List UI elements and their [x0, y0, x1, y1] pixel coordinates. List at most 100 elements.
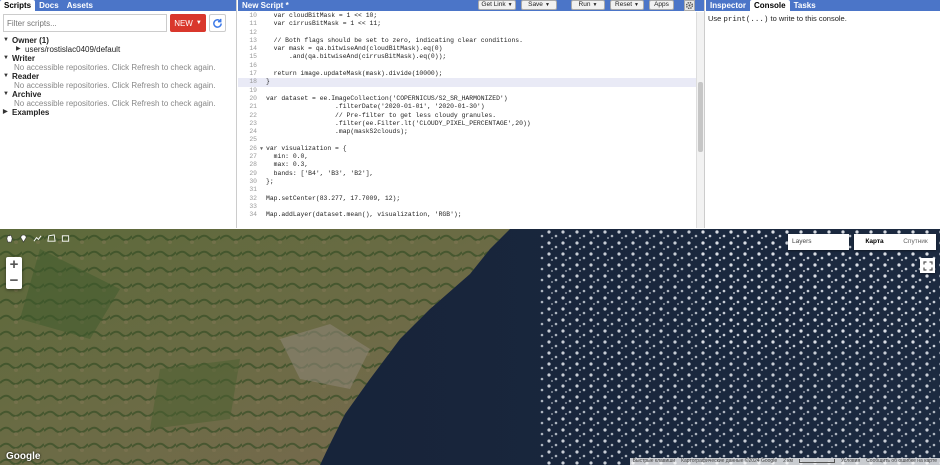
code-line[interactable]: 24 .map(maskS2clouds);	[238, 128, 696, 136]
code-line[interactable]: 12	[238, 29, 696, 37]
code-line[interactable]: 14 var mask = qa.bitwiseAnd(cloudBitMask…	[238, 45, 696, 53]
save-button[interactable]: Save ▼	[521, 0, 557, 10]
layers-button[interactable]: Layers	[788, 234, 849, 250]
code-text: .filterDate('2020-01-01', '2020-01-30')	[266, 103, 485, 111]
editor-scrollbar[interactable]	[696, 12, 704, 228]
code-text: .map(maskS2clouds);	[266, 128, 408, 136]
line-number: 10	[249, 12, 257, 19]
tab-assets[interactable]: Assets	[63, 0, 97, 11]
tree-archive-note: No accessible repositories. Click Refres…	[14, 99, 216, 108]
code-line[interactable]: 28 max: 0.3,	[238, 161, 696, 169]
map-type-map-button[interactable]: Карта	[854, 234, 895, 250]
point-marker-icon[interactable]	[19, 234, 28, 243]
script-tree: ▼ Owner (1) ▶ users/rostislac0409/default …	[0, 36, 236, 117]
refresh-icon	[213, 18, 222, 28]
map-attribution: Быстрые клавиши Картографические данные …	[629, 458, 940, 465]
fold-marker[interactable]	[260, 136, 266, 144]
tab-tasks[interactable]: Tasks	[790, 0, 820, 11]
rectangle-draw-icon[interactable]	[61, 234, 70, 243]
console-output: Use print(...) to write to this console.	[708, 14, 847, 24]
fullscreen-button[interactable]	[920, 258, 935, 273]
get-link-button[interactable]: Get Link ▼	[478, 0, 516, 10]
tree-writer[interactable]: ▼ Writer	[0, 54, 236, 63]
code-area[interactable]: 10 var cloudBitMask = 1 << 10; 11 var cir…	[238, 12, 696, 228]
line-number: 18	[249, 78, 257, 86]
settings-button[interactable]	[684, 0, 695, 11]
reset-button[interactable]: Reset ▼	[610, 0, 644, 10]
code-line[interactable]: 22 // Pre-filter to get less cloudy gran…	[238, 112, 696, 120]
run-button[interactable]: Run ▼	[571, 0, 605, 10]
code-line[interactable]: 26 ▼ var visualization = {	[238, 145, 696, 153]
tab-console[interactable]: Console	[750, 0, 790, 11]
code-line[interactable]: 29 bands: ['B4', 'B3', 'B2'],	[238, 170, 696, 178]
line-number: 33	[249, 202, 257, 210]
code-line[interactable]: 33	[238, 203, 696, 211]
code-line[interactable]: 17 return image.updateMask(mask).divide(…	[238, 70, 696, 78]
satellite-imagery	[0, 229, 940, 465]
tab-scripts[interactable]: Scripts	[0, 0, 36, 11]
line-number: 30	[249, 177, 257, 185]
fold-marker[interactable]	[260, 29, 266, 37]
caret-down-icon: ▼	[3, 37, 9, 43]
zoom-out-button[interactable]: −	[6, 273, 22, 289]
line-number: 31	[249, 186, 257, 194]
scripts-panel: Scripts Docs Assets NEW ▼ ▼Owner (1) ▶us…	[0, 0, 237, 228]
code-line[interactable]: 11 var cirrusBitMask = 1 << 11;	[238, 20, 696, 28]
code-line[interactable]: 10 var cloudBitMask = 1 << 10;	[238, 12, 696, 20]
line-number: 16	[249, 61, 257, 69]
line-draw-icon[interactable]	[33, 234, 42, 243]
code-line[interactable]: 23 .filter(ee.Filter.lt('CLOUDY_PIXEL_PE…	[238, 120, 696, 128]
fold-marker[interactable]	[260, 203, 266, 211]
code-text: return image.updateMask(mask).divide(100…	[266, 70, 443, 78]
code-line[interactable]: 13 // Both flags should be set to zero, …	[238, 37, 696, 45]
code-text: Map.setCenter(83.277, 17.7009, 12);	[266, 194, 401, 202]
tree-repo-default[interactable]: ▶ users/rostislac0409/default	[0, 45, 236, 54]
code-line[interactable]: 31	[238, 186, 696, 194]
code-text: }	[266, 78, 270, 86]
code-line[interactable]: 18}	[238, 78, 696, 87]
apps-button[interactable]: Apps	[649, 0, 674, 10]
code-text: max: 0.3,	[266, 161, 309, 169]
code-line[interactable]: 27 min: 0.0,	[238, 153, 696, 161]
tree-owner[interactable]: ▼ Owner (1)	[0, 36, 236, 45]
terms-link[interactable]: Условия	[841, 458, 860, 465]
tab-inspector[interactable]: Inspector	[706, 0, 750, 11]
code-line[interactable]: 20 var dataset = ee.ImageCollection('COPE…	[238, 95, 696, 103]
line-number: 28	[249, 161, 257, 169]
map-view[interactable]: + − Layers Карта Спутник Google Быстрые …	[0, 229, 940, 465]
fold-marker[interactable]	[260, 87, 266, 95]
code-line[interactable]: 19	[238, 87, 696, 95]
dropdown-caret-icon: ▼	[634, 2, 639, 8]
refresh-button[interactable]	[209, 14, 226, 32]
code-line[interactable]: 15 .and(qa.bitwiseAnd(cirrusBitMask).eq(…	[238, 53, 696, 61]
editor-scrollbar-thumb[interactable]	[698, 82, 703, 152]
map-type-satellite-button[interactable]: Спутник	[895, 234, 936, 250]
code-line[interactable]: 30};	[238, 178, 696, 186]
tree-reader[interactable]: ▼ Reader	[0, 72, 236, 81]
tree-archive[interactable]: ▼ Archive	[0, 90, 236, 99]
code-text: .filter(ee.Filter.lt('CLOUDY_PIXEL_PERCE…	[266, 119, 531, 127]
line-number: 13	[249, 36, 257, 44]
code-line[interactable]: 16	[238, 62, 696, 70]
new-button[interactable]: NEW ▼	[170, 14, 206, 32]
line-number: 27	[249, 153, 257, 161]
keyboard-shortcuts-link[interactable]: Быстрые клавиши	[633, 458, 675, 465]
fold-marker[interactable]	[260, 186, 266, 194]
code-line[interactable]: 21 .filterDate('2020-01-01', '2020-01-30…	[238, 103, 696, 111]
tab-docs[interactable]: Docs	[35, 0, 63, 11]
tree-examples[interactable]: ▶ Examples	[0, 108, 236, 117]
code-text: var dataset = ee.ImageCollection('COPERN…	[266, 94, 508, 102]
zoom-in-button[interactable]: +	[6, 257, 22, 273]
filter-scripts-input[interactable]	[3, 14, 167, 32]
fold-marker[interactable]	[260, 62, 266, 70]
polygon-draw-icon[interactable]	[47, 234, 56, 243]
report-error-link[interactable]: Сообщить об ошибке на карте	[866, 458, 937, 465]
line-number: 20	[249, 94, 257, 102]
code-line[interactable]: 25	[238, 136, 696, 144]
pan-hand-icon[interactable]	[5, 234, 14, 243]
code-text: var visualization = {	[266, 144, 347, 152]
code-line[interactable]: 32 Map.setCenter(83.277, 17.7009, 12);	[238, 195, 696, 203]
dropdown-caret-icon: ▼	[195, 20, 202, 26]
console-panel: Inspector Console Tasks Use print(...) t…	[706, 0, 940, 228]
code-line[interactable]: 34 Map.addLayer(dataset.mean(), visualiza…	[238, 211, 696, 219]
